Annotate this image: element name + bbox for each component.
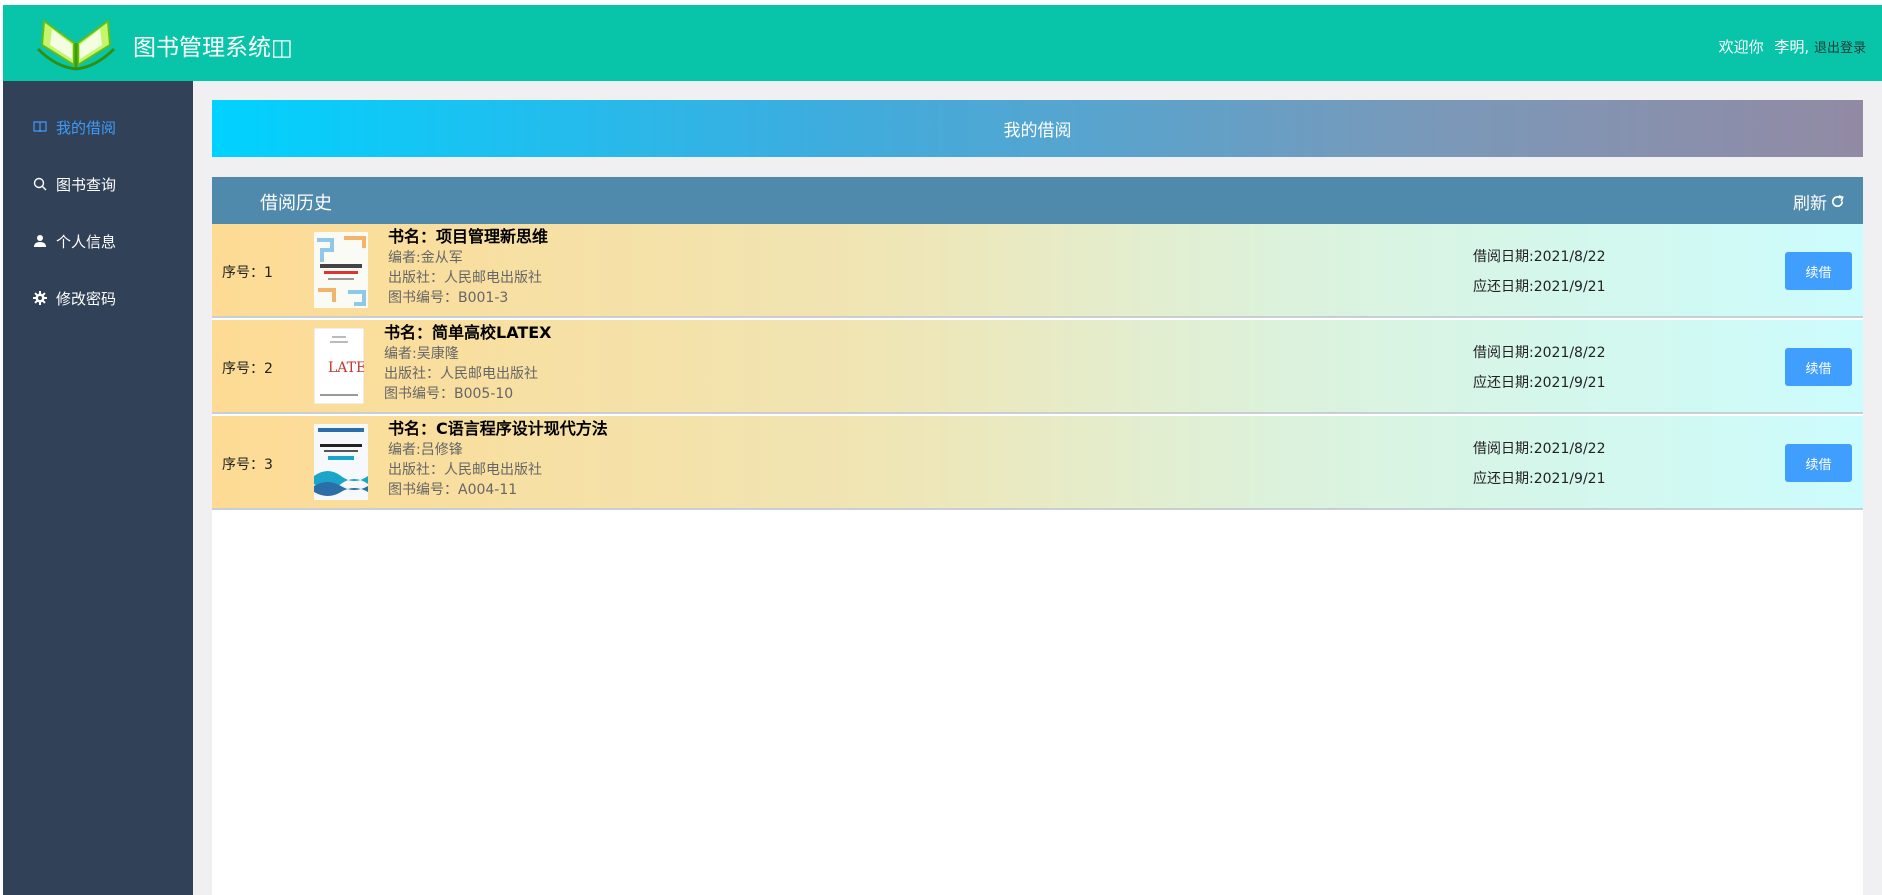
book-cover-image: LATEX — [314, 328, 364, 404]
sidebar-item-label: 修改密码 — [56, 289, 117, 308]
book-publisher: 出版社：人民邮电出版社 — [388, 270, 542, 286]
top-header: 图书管理系统◫ 欢迎你 李明, 退出登录 — [3, 5, 1882, 81]
book-cover-image — [314, 424, 368, 500]
sidebar-item-my-borrowing[interactable]: 我的借阅 — [3, 107, 193, 147]
svg-text:LATEX: LATEX — [328, 360, 364, 376]
refresh-label: 刷新 — [1793, 194, 1827, 214]
sidebar-item-label: 个人信息 — [56, 232, 117, 251]
book-publisher: 出版社：人民邮电出版社 — [388, 462, 542, 478]
borrow-date: 借阅日期:2021/8/22 — [1473, 345, 1606, 361]
book-author: 编者:吕修锋 — [388, 442, 463, 458]
due-date: 应还日期:2021/9/21 — [1473, 279, 1606, 295]
main-content: 我的借阅 借阅历史 刷新 序号：1 书名：项目管理新思维 编者:金从军 出版社：… — [193, 81, 1882, 895]
panel-header: 借阅历史 刷新 — [212, 177, 1863, 224]
row-seq: 序号：1 — [222, 265, 273, 281]
user-area: 欢迎你 李明, 退出登录 — [1719, 36, 1866, 57]
borrow-history-panel: 借阅历史 刷新 序号：1 书名：项目管理新思维 编者:金从军 出版社：人民邮电出… — [212, 177, 1863, 895]
sidebar-item-change-password[interactable]: 修改密码 — [3, 278, 193, 318]
book-author: 编者:吴康隆 — [384, 346, 459, 362]
row-seq: 序号：3 — [222, 457, 273, 473]
user-icon — [32, 233, 48, 249]
username: 李明, — [1774, 38, 1810, 56]
page-banner: 我的借阅 — [212, 100, 1863, 157]
book-name: 书名：项目管理新思维 — [388, 227, 549, 246]
table-row: 序号：3 书名：C语言程序设计现代方法 编者:吕修锋 出版社：人民邮电出版社 图… — [212, 416, 1863, 510]
renew-button[interactable]: 续借 — [1785, 444, 1852, 482]
book-name: 书名：C语言程序设计现代方法 — [388, 419, 608, 438]
due-date: 应还日期:2021/9/21 — [1473, 471, 1606, 487]
book-info: 书名：项目管理新思维 编者:金从军 出版社：人民邮电出版社 图书编号：B001-… — [388, 226, 548, 308]
borrow-dates: 借阅日期:2021/8/22 应还日期:2021/9/21 — [1473, 338, 1606, 398]
sidebar-item-book-search[interactable]: 图书查询 — [3, 164, 193, 204]
app-root: 图书管理系统◫ 欢迎你 李明, 退出登录 我的借阅 图书查询 个人信息 修改密码… — [3, 5, 1882, 895]
sidebar-item-label: 图书查询 — [56, 175, 117, 194]
renew-button[interactable]: 续借 — [1785, 348, 1852, 386]
book-info: 书名：简单高校LATEX 编者:吴康隆 出版社：人民邮电出版社 图书编号：B00… — [384, 322, 552, 404]
refresh-button[interactable]: 刷新 — [1793, 189, 1845, 214]
sidebar-item-label: 我的借阅 — [56, 118, 117, 137]
app-title: 图书管理系统◫ — [133, 35, 293, 61]
due-date: 应还日期:2021/9/21 — [1473, 375, 1606, 391]
book-publisher: 出版社：人民邮电出版社 — [384, 366, 538, 382]
book-icon — [32, 119, 48, 135]
borrow-dates: 借阅日期:2021/8/22 应还日期:2021/9/21 — [1473, 434, 1606, 494]
sidebar: 我的借阅 图书查询 个人信息 修改密码 — [3, 81, 193, 895]
book-id: 图书编号：B005-10 — [384, 386, 514, 402]
logo-icon — [36, 15, 116, 71]
borrow-dates: 借阅日期:2021/8/22 应还日期:2021/9/21 — [1473, 242, 1606, 302]
table-row: 序号：2 LATEX 书名：简单高校LATEX 编者:吴康隆 出版社：人民邮电出… — [212, 320, 1863, 414]
borrow-date: 借阅日期:2021/8/22 — [1473, 441, 1606, 457]
welcome-text: 欢迎你 — [1718, 38, 1764, 56]
book-id: 图书编号：B001-3 — [388, 290, 509, 306]
renew-button[interactable]: 续借 — [1785, 252, 1852, 290]
sidebar-item-profile[interactable]: 个人信息 — [3, 221, 193, 261]
book-name: 书名：简单高校LATEX — [384, 323, 552, 342]
table-row: 序号：1 书名：项目管理新思维 编者:金从军 出版社：人民邮电出版社 图书编号：… — [212, 224, 1863, 318]
book-author: 编者:金从军 — [388, 250, 463, 266]
book-cover-image — [314, 232, 368, 308]
book-id: 图书编号：A004-11 — [388, 482, 518, 498]
book-info: 书名：C语言程序设计现代方法 编者:吕修锋 出版社：人民邮电出版社 图书编号：A… — [388, 418, 608, 500]
gear-icon — [32, 290, 48, 306]
search-icon — [32, 176, 48, 192]
borrow-date: 借阅日期:2021/8/22 — [1473, 249, 1606, 265]
panel-title: 借阅历史 — [260, 193, 332, 214]
logout-link[interactable]: 退出登录 — [1814, 41, 1866, 56]
row-seq: 序号：2 — [222, 361, 273, 377]
refresh-icon — [1832, 195, 1844, 208]
